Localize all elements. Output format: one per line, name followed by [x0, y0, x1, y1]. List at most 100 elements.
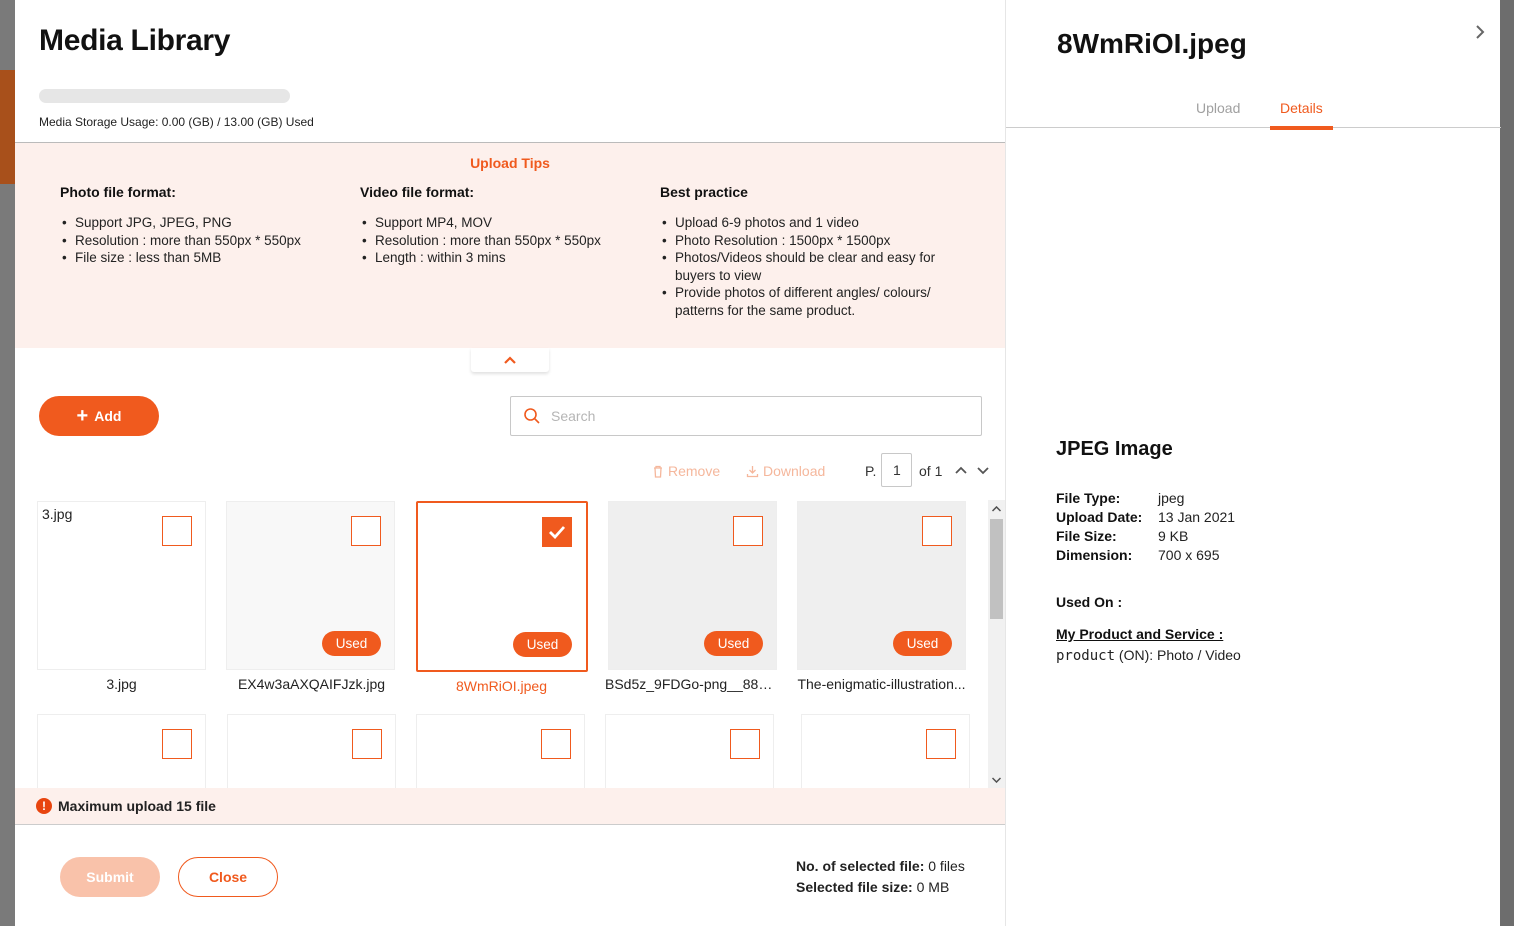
- file-type-heading: JPEG Image: [1056, 438, 1173, 460]
- used-on-section-link[interactable]: My Product and Service :: [1056, 626, 1223, 642]
- scroll-down-arrow[interactable]: [988, 771, 1005, 788]
- upload-tips-title: Upload Tips: [470, 155, 550, 171]
- media-card-selected[interactable]: Used: [416, 501, 588, 672]
- selected-count-value: 0 files: [928, 858, 965, 874]
- media-card-caption: The-enigmatic-illustration...: [797, 676, 966, 692]
- media-checkbox[interactable]: [541, 729, 571, 759]
- media-checkbox[interactable]: [162, 729, 192, 759]
- search-input[interactable]: [551, 408, 971, 424]
- used-on-entry: product (ON): Photo / Video: [1056, 647, 1241, 664]
- chevron-up-icon: [504, 356, 516, 364]
- checkmark-icon: [549, 526, 566, 539]
- page-title: Media Library: [39, 24, 231, 57]
- download-button[interactable]: Download: [746, 463, 825, 479]
- media-card[interactable]: [801, 714, 970, 788]
- detail-row-dimension: Dimension: 700 x 695: [1056, 547, 1220, 563]
- warning-text: Maximum upload 15 file: [58, 798, 216, 814]
- selected-count: No. of selected file: 0 files: [796, 858, 965, 874]
- used-on-entry-text: (ON): Photo / Video: [1115, 647, 1241, 663]
- active-tab-indicator: [1270, 126, 1333, 130]
- remove-label: Remove: [668, 463, 721, 479]
- panel-file-title: 8WmRiOI.jpeg: [1057, 28, 1247, 59]
- page-down-icon[interactable]: [975, 462, 991, 478]
- media-card-caption: BSd5z_9FDGo-png__880....: [605, 676, 780, 692]
- media-card[interactable]: Used: [797, 501, 966, 670]
- media-card[interactable]: [37, 714, 206, 788]
- page-up-icon[interactable]: [953, 462, 969, 478]
- detail-value: 700 x 695: [1158, 547, 1220, 563]
- media-card[interactable]: 3.jpg: [37, 501, 206, 670]
- tips-photo-column: Photo file format: Support JPG, JPEG, PN…: [60, 184, 350, 267]
- add-button-label: Add: [94, 408, 122, 424]
- submit-button[interactable]: Submit: [60, 857, 160, 897]
- media-card[interactable]: Used: [226, 501, 395, 670]
- detail-value: 9 KB: [1158, 528, 1189, 544]
- detail-value: jpeg: [1158, 490, 1185, 506]
- media-checkbox[interactable]: [922, 516, 952, 546]
- selected-size-value: 0 MB: [916, 879, 950, 895]
- plus-icon: +: [76, 405, 89, 427]
- detail-row-file-type: File Type: jpeg: [1056, 490, 1184, 506]
- scrollbar-thumb[interactable]: [990, 519, 1003, 619]
- used-badge: Used: [893, 631, 952, 656]
- tip-item: File size : less than 5MB: [60, 249, 350, 267]
- tips-column-heading: Video file format:: [360, 184, 475, 200]
- download-icon: [746, 465, 759, 477]
- media-card-caption: 8WmRiOI.jpeg: [455, 678, 548, 694]
- media-checkbox-checked[interactable]: [542, 517, 572, 547]
- media-card[interactable]: Used: [608, 501, 777, 670]
- media-checkbox[interactable]: [926, 729, 956, 759]
- media-checkbox[interactable]: [351, 516, 381, 546]
- media-card[interactable]: [227, 714, 396, 788]
- download-label: Download: [763, 463, 826, 479]
- used-on-entry-code: product: [1056, 648, 1116, 664]
- tip-item: Provide photos of different angles/ colo…: [660, 284, 960, 319]
- tip-item: Length : within 3 mins: [360, 249, 650, 267]
- collapse-tips-button[interactable]: [471, 348, 549, 372]
- detail-row-file-size: File Size: 9 KB: [1056, 528, 1188, 544]
- used-badge: Used: [513, 632, 572, 657]
- scroll-down-icon: [992, 776, 1001, 783]
- upload-limit-warning: ! Maximum upload 15 file: [15, 788, 1005, 825]
- grid-scrollbar[interactable]: [988, 500, 1005, 788]
- chevron-right-icon[interactable]: [1472, 24, 1488, 40]
- detail-label: Dimension:: [1056, 547, 1133, 563]
- tips-column-heading: Best practice: [660, 184, 748, 200]
- storage-usage-bar: [39, 89, 290, 103]
- media-checkbox[interactable]: [733, 516, 763, 546]
- tab-upload[interactable]: Upload: [1196, 100, 1240, 116]
- search-box[interactable]: [510, 396, 982, 436]
- page-prefix: P.: [865, 463, 877, 479]
- tip-item: Support MP4, MOV: [360, 214, 650, 232]
- close-button[interactable]: Close: [178, 857, 278, 897]
- search-icon: [524, 408, 540, 424]
- add-button[interactable]: + Add: [39, 396, 159, 436]
- media-checkbox[interactable]: [162, 516, 192, 546]
- tips-video-column: Video file format: Support MP4, MOV Reso…: [360, 184, 650, 267]
- detail-value: 13 Jan 2021: [1158, 509, 1236, 525]
- media-grid: 3.jpg 3.jpg Used EX4w3aAXQAIFJzk.jpg Use…: [15, 498, 1005, 788]
- selected-count-label: No. of selected file:: [796, 858, 925, 874]
- media-card-caption: 3.jpg: [106, 676, 137, 692]
- media-card-caption: EX4w3aAXQAIFJzk.jpg: [237, 676, 386, 692]
- selected-size: Selected file size: 0 MB: [796, 879, 949, 895]
- scroll-up-arrow[interactable]: [988, 500, 1005, 517]
- used-badge: Used: [704, 631, 763, 656]
- media-card[interactable]: [605, 714, 774, 788]
- scroll-up-icon: [992, 505, 1001, 512]
- media-card[interactable]: [416, 714, 585, 788]
- used-badge: Used: [322, 631, 381, 656]
- remove-button[interactable]: Remove: [652, 463, 720, 479]
- detail-label: File Type:: [1056, 490, 1121, 506]
- tip-item: Photos/Videos should be clear and easy f…: [660, 249, 960, 284]
- tips-column-heading: Photo file format:: [60, 184, 176, 200]
- media-checkbox[interactable]: [730, 729, 760, 759]
- file-details-panel: 8WmRiOI.jpeg Upload Details JPEG Image F…: [1005, 0, 1501, 926]
- media-card-inner-name: 3.jpg: [42, 506, 73, 522]
- tab-details[interactable]: Details: [1280, 100, 1323, 116]
- page-total: of 1: [919, 463, 943, 479]
- media-checkbox[interactable]: [352, 729, 382, 759]
- page-number-input[interactable]: [881, 453, 912, 487]
- tips-best-practice-column: Best practice Upload 6-9 photos and 1 vi…: [660, 184, 960, 319]
- upload-tips-panel: Upload Tips Photo file format: Support J…: [15, 143, 1005, 348]
